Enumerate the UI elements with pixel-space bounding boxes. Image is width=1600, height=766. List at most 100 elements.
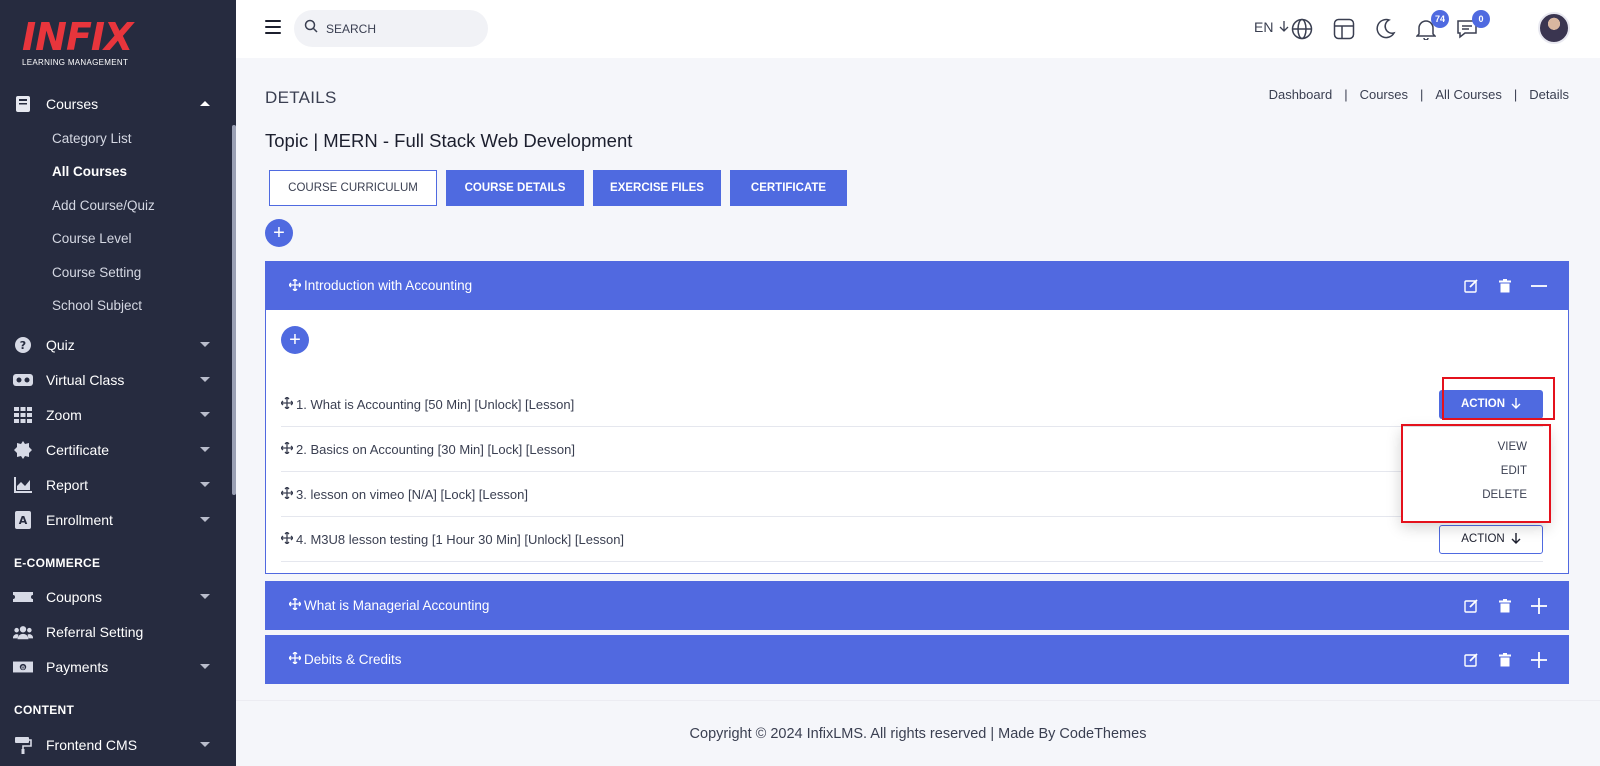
highlight-box-action-button [1442,377,1555,420]
footer: Copyright © 2024 InfixLMS. All rights re… [236,702,1600,766]
sidebar-item-quiz[interactable]: ? Quiz [0,330,232,360]
tab-exercise-files[interactable]: EXERCISE FILES [593,170,721,206]
svg-text:A: A [19,514,28,527]
layout-icon[interactable] [1331,16,1357,42]
sidebar-item-courses[interactable]: Courses [0,89,232,119]
area-chart-icon [13,475,33,495]
chapter-header[interactable]: What is Managerial Accounting [265,581,1569,630]
lesson-title: 4. M3U8 lesson testing [1 Hour 30 Min] [… [296,531,625,547]
enrollment-icon: A [13,510,33,530]
sidebar-item-label: Payments [46,659,109,675]
sidebar-item-label: Quiz [46,337,75,353]
top-bar: EN 74 0 [236,0,1600,58]
drag-handle-icon[interactable] [280,531,294,547]
chapter-title: Debits & Credits [304,652,402,667]
infix-logo[interactable]: INFIX LEARNING MANAGEMENT [22,15,133,67]
ticket-icon [13,587,33,607]
sidebar-subitem-category-list[interactable]: Category List [52,131,132,146]
sidebar-item-label: Enrollment [46,512,113,528]
users-icon [13,622,33,642]
hamburger-menu-icon[interactable] [265,20,281,34]
search-input[interactable] [326,21,466,36]
sidebar-item-label: Coupons [46,589,103,605]
drag-handle-icon[interactable] [280,441,294,457]
paint-roller-icon [13,735,33,755]
add-lesson-button[interactable]: + [281,326,309,354]
tab-certificate[interactable]: CERTIFICATE [730,170,847,206]
page-heading: DETAILS [265,88,337,107]
money-icon: 0 [13,657,33,677]
sidebar-item-report[interactable]: Report [0,470,232,500]
tab-course-curriculum[interactable]: COURSE CURRICULUM [269,170,437,206]
sidebar-item-payments[interactable]: 0 Payments [0,652,232,682]
logo-brand: INFIX [22,15,133,59]
user-avatar[interactable] [1538,12,1570,44]
copyright-text: Copyright © 2024 InfixLMS. All rights re… [689,726,1147,742]
section-label-content: CONTENT [14,703,75,717]
messages-icon[interactable]: 0 [1454,10,1490,42]
lesson-title: 3. lesson on vimeo [N/A] [Lock] [Lesson] [296,486,528,502]
breadcrumb: Dashboard | Courses | All Courses | Deta… [1269,87,1569,102]
sidebar-subitem-school-subject[interactable]: School Subject [52,298,142,313]
sidebar-subitem-all-courses[interactable]: All Courses [52,164,127,179]
tab-course-details[interactable]: COURSE DETAILS [446,170,584,206]
globe-icon[interactable] [1289,16,1315,42]
chevron-down-icon [200,482,210,487]
footer-divider [236,700,1600,701]
sidebar-item-coupons[interactable]: Coupons [0,582,232,612]
drag-handle-icon[interactable] [280,396,294,412]
breadcrumb-dashboard[interactable]: Dashboard [1269,87,1333,102]
sidebar-item-certificate[interactable]: Certificate [0,435,232,465]
edit-icon[interactable] [1463,278,1479,294]
chevron-down-icon [200,377,210,382]
sidebar-subitem-course-level[interactable]: Course Level [52,231,132,246]
chapter-title: What is Managerial Accounting [304,598,490,613]
sidebar-item-label: Courses [46,96,99,112]
trash-icon[interactable] [1497,598,1513,614]
sidebar-item-zoom[interactable]: Zoom [0,400,232,430]
expand-plus-icon[interactable] [1531,597,1547,614]
drag-handle-icon[interactable] [288,597,302,613]
chevron-down-icon [200,594,210,599]
sidebar-subitem-add-course-quiz[interactable]: Add Course/Quiz [52,198,155,213]
drag-handle-icon[interactable] [280,486,294,502]
sidebar-item-referral-setting[interactable]: Referral Setting [0,617,232,647]
grid-icon [13,405,33,425]
sidebar-item-label: Frontend CMS [46,737,138,753]
lesson-row: 2. Basics on Accounting [30 Min] [Lock] … [280,427,1543,472]
sidebar-item-frontend-cms[interactable]: Frontend CMS [0,730,232,760]
chevron-down-icon [200,447,210,452]
chapter-header[interactable]: Debits & Credits [265,635,1569,684]
drag-handle-icon[interactable] [288,651,302,667]
chapter-title: Introduction with Accounting [304,278,473,293]
search-box[interactable] [294,10,488,47]
notification-bell-icon[interactable]: 74 [1413,10,1449,42]
svg-text:0: 0 [21,665,25,671]
expand-plus-icon[interactable] [1531,651,1547,668]
edit-icon[interactable] [1463,598,1479,614]
edit-icon[interactable] [1463,652,1479,668]
collapse-minus-icon[interactable] [1531,278,1547,294]
breadcrumb-courses[interactable]: Courses [1360,87,1408,102]
dark-mode-moon-icon[interactable] [1372,16,1398,42]
trash-icon[interactable] [1497,652,1513,668]
topic-title: Topic | MERN - Full Stack Web Developmen… [265,130,633,151]
sidebar-item-virtual-class[interactable]: Virtual Class [0,365,232,395]
breadcrumb-separator: | [1344,87,1348,102]
sidebar-item-enrollment[interactable]: A Enrollment [0,505,232,535]
lesson-row: 3. lesson on vimeo [N/A] [Lock] [Lesson] [280,472,1543,517]
sidebar-scrollbar[interactable] [232,125,236,495]
language-selector[interactable]: EN [1254,19,1289,35]
arrow-down-icon [1511,532,1521,547]
plus-icon: + [289,329,301,351]
sidebar-subitem-course-setting[interactable]: Course Setting [52,265,141,280]
action-button[interactable]: ACTION [1439,524,1543,554]
breadcrumb-details: Details [1529,87,1569,102]
add-chapter-button[interactable]: + [265,219,293,247]
notification-count-badge: 74 [1431,10,1449,28]
trash-icon[interactable] [1497,278,1513,294]
chapter-header[interactable]: Introduction with Accounting [265,261,1569,310]
action-label: ACTION [1461,533,1505,545]
breadcrumb-all-courses[interactable]: All Courses [1435,87,1501,102]
drag-handle-icon[interactable] [288,278,302,294]
